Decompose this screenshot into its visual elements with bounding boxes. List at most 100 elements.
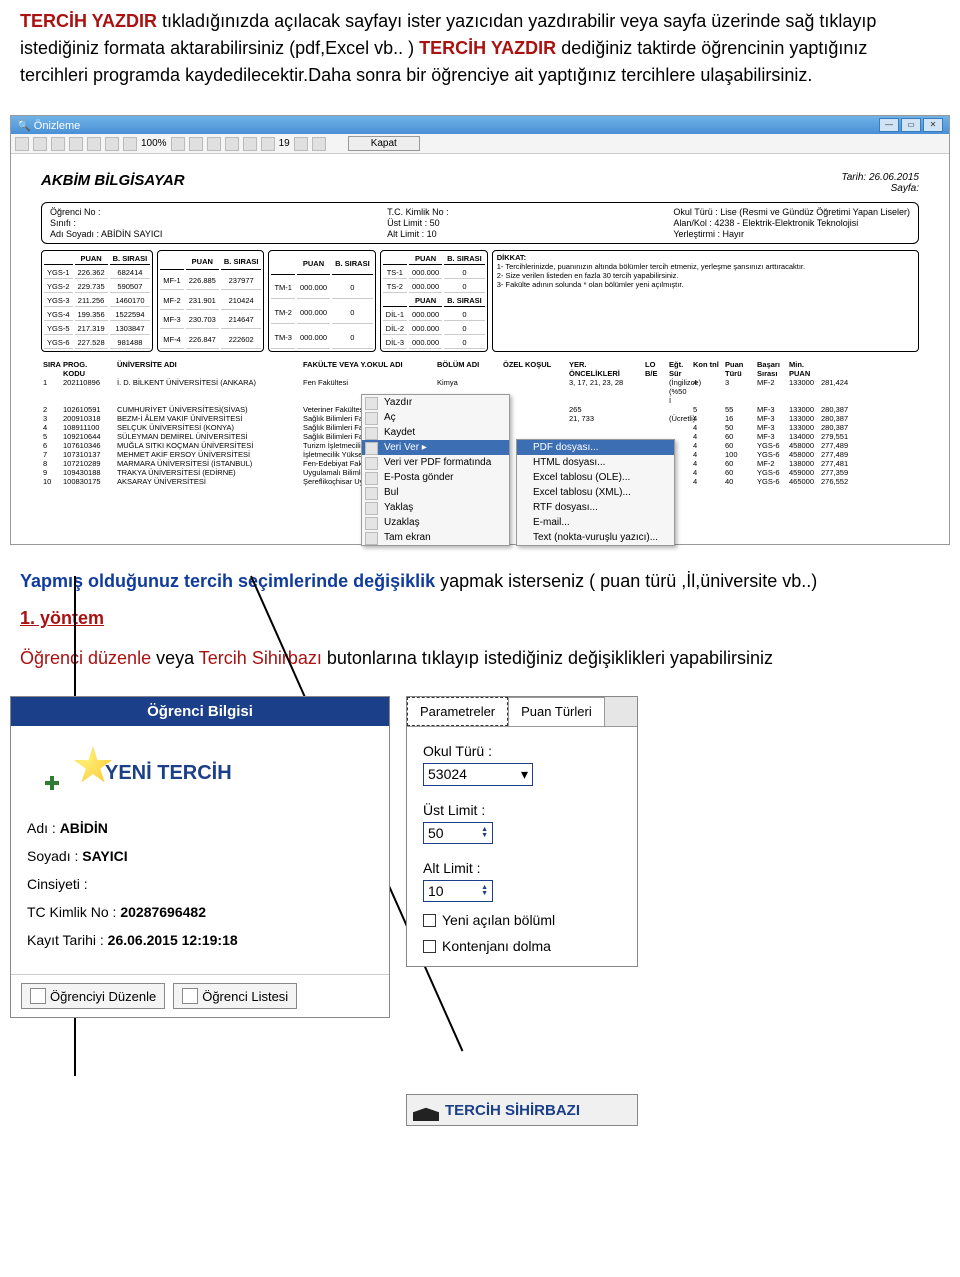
plus-icon — [45, 776, 59, 790]
open-icon — [365, 412, 378, 425]
chk-yeni-acilan[interactable]: Yeni açılan bölüml — [423, 912, 621, 928]
regdate-line: Kayıt Tarihi : 26.06.2015 12:19:18 — [27, 932, 373, 948]
window-title: Önizleme — [34, 120, 80, 132]
spin-down-icon: ▼ — [481, 891, 488, 897]
mail-icon[interactable] — [105, 137, 119, 151]
new-choice-label: YENİ TERCİH — [105, 762, 232, 785]
name-line: Adı : ABİDİN — [27, 820, 373, 836]
tab-puan-turleri[interactable]: Puan Türleri — [508, 697, 605, 726]
layout-2-icon[interactable] — [189, 137, 203, 151]
ygs-table: PUANB. SIRASIYGS-1226.362682414YGS-2229.… — [41, 250, 153, 352]
ctx-yazdir[interactable]: Yazdır — [362, 395, 509, 410]
nav-next-icon[interactable] — [294, 137, 308, 151]
tab-parametreler[interactable]: Parametreler — [407, 697, 508, 726]
sub-excel-ole[interactable]: Excel tablosu (OLE)... — [517, 470, 674, 485]
score-grid: PUANB. SIRASIYGS-1226.362682414YGS-2229.… — [41, 250, 919, 352]
sub-excel-xml[interactable]: Excel tablosu (XML)... — [517, 485, 674, 500]
student-list-button[interactable]: Öğrenci Listesi — [173, 983, 297, 1009]
okul-turu-select[interactable]: 53024▾ — [423, 763, 533, 786]
mail-icon — [365, 472, 378, 485]
chevron-down-icon: ▾ — [521, 766, 528, 783]
layout-4-icon[interactable] — [225, 137, 239, 151]
window-min-button[interactable]: — — [879, 118, 899, 132]
page-number[interactable]: 19 — [279, 138, 290, 149]
panels-container: Öğrenci Bilgisi YENİ TERCİH Adı : ABİDİN… — [10, 696, 950, 1126]
ctx-pdf-format[interactable]: Veri ver PDF formatında — [362, 455, 509, 470]
find-icon — [365, 487, 378, 500]
alt-limit-spinner[interactable]: 10▲▼ — [423, 880, 493, 902]
print-icon — [365, 397, 378, 410]
kw-tercih-yazdir-1: TERCİH YAZDIR — [20, 11, 157, 31]
ust-limit-spinner[interactable]: 50▲▼ — [423, 822, 493, 844]
sub-rtf[interactable]: RTF dosyası... — [517, 500, 674, 515]
ts-dil-table: PUANB. SIRASITS-1000.0000TS-2000.0000PUA… — [380, 250, 488, 352]
report-date: Tarih: 26.06.2015 — [842, 172, 919, 183]
window-close-button[interactable]: ✕ — [923, 118, 943, 132]
report-page: AKBİM BİLGİSAYAR Tarih: 26.06.2015 Sayfa… — [11, 154, 949, 544]
context-menu[interactable]: Yazdır Aç Kaydet Veri Ver ▸ Veri ver PDF… — [361, 394, 510, 546]
intro-paragraph: TERCİH YAZDIR tıkladığınızda açılacak sa… — [0, 0, 960, 97]
annot-edit-instructions: Öğrenci düzenle veya Tercih Sihirbazı bu… — [0, 637, 960, 680]
zoom-in-icon — [365, 502, 378, 515]
nav-prev-icon[interactable] — [261, 137, 275, 151]
window-titlebar: 🔍 Önizleme — ▭ ✕ — [11, 116, 949, 134]
ctx-eposta[interactable]: E-Posta gönder — [362, 470, 509, 485]
fullscreen-icon — [365, 532, 378, 545]
report-page-label: Sayfa: — [891, 183, 919, 194]
pref-header: SIRAPROG. KODU ÜNİVERSİTE ADIFAKÜLTE VEY… — [41, 360, 919, 378]
ctx-ac[interactable]: Aç — [362, 410, 509, 425]
pdf-icon — [365, 457, 378, 470]
okul-turu-label: Okul Türü : — [423, 743, 621, 759]
ctx-kaydet[interactable]: Kaydet — [362, 425, 509, 440]
ctx-uzaklas[interactable]: Uzaklaş — [362, 515, 509, 530]
export-submenu[interactable]: PDF dosyası... HTML dosyası... Excel tab… — [516, 439, 675, 546]
zoom-out-icon — [365, 517, 378, 530]
close-preview-button[interactable]: Kapat — [348, 136, 420, 151]
report-title: AKBİM BİLGİSAYAR — [41, 172, 185, 194]
window-max-button[interactable]: ▭ — [901, 118, 921, 132]
wizard-hat-icon — [413, 1099, 439, 1121]
tm-table: PUANB. SIRASITM-1000.0000TM-2000.0000TM-… — [268, 250, 375, 352]
list-icon — [182, 988, 198, 1004]
tckn-line: TC Kimlik No : 20287696482 — [27, 904, 373, 920]
nav-last-icon[interactable] — [312, 137, 326, 151]
ust-limit-label: Üst Limit : — [423, 802, 621, 818]
print-icon[interactable] — [15, 137, 29, 151]
sub-email[interactable]: E-mail... — [517, 515, 674, 530]
ctx-veri-ver[interactable]: Veri Ver ▸ — [362, 440, 509, 455]
student-info-header: Öğrenci Bilgisi — [11, 697, 389, 726]
annot-method-1: 1. yöntem — [0, 600, 960, 637]
annot-change-choices: Yapmış olduğunuz tercih seçimlerinde değ… — [0, 563, 960, 600]
preview-window: 🔍 Önizleme — ▭ ✕ 100% 19 Kapat AKBİM BİL… — [10, 115, 950, 545]
open-icon[interactable] — [51, 137, 65, 151]
zoom-icon[interactable] — [123, 137, 137, 151]
nav-first-icon[interactable] — [243, 137, 257, 151]
mf-table: PUANB. SIRASIMF-1226.885237977MF-2231.90… — [157, 250, 264, 352]
surname-line: Soyadı : SAYICI — [27, 848, 373, 864]
pdf-icon[interactable] — [69, 137, 83, 151]
kw-tercih-yazdir-2: TERCİH YAZDIR — [419, 38, 556, 58]
new-choice-row[interactable]: YENİ TERCİH — [73, 746, 373, 800]
layout-3-icon[interactable] — [207, 137, 221, 151]
save-icon — [365, 427, 378, 440]
sub-pdf[interactable]: PDF dosyası... — [517, 440, 674, 455]
ctx-tamekran[interactable]: Tam ekran — [362, 530, 509, 545]
dikkat-box: DİKKAT: 1- Tercihlerinizde, puanınızın a… — [492, 250, 919, 352]
tercih-sihirbazi-button[interactable]: TERCİH SİHİRBAZI — [406, 1094, 638, 1126]
sub-html[interactable]: HTML dosyası... — [517, 455, 674, 470]
save-icon[interactable] — [33, 137, 47, 151]
preview-toolbar: 100% 19 Kapat — [11, 134, 949, 154]
student-info-panel: Öğrenci Bilgisi YENİ TERCİH Adı : ABİDİN… — [10, 696, 390, 1018]
layout-1-icon[interactable] — [171, 137, 185, 151]
spin-down-icon: ▼ — [481, 833, 488, 839]
student-info-box: Öğrenci No : Sınıfı : Adı Soyadı : ABİDİ… — [41, 202, 919, 244]
checkbox-icon — [423, 940, 436, 953]
sub-text[interactable]: Text (nokta-vuruşlu yazıcı)... — [517, 530, 674, 545]
zoom-value[interactable]: 100% — [141, 138, 167, 149]
ctx-yaklas[interactable]: Yaklaş — [362, 500, 509, 515]
chk-kontenjan[interactable]: Kontenjanı dolma — [423, 938, 621, 954]
checkbox-icon — [423, 914, 436, 927]
ctx-bul[interactable]: Bul — [362, 485, 509, 500]
edit-student-button[interactable]: Öğrenciyi Düzenle — [21, 983, 165, 1009]
excel-icon[interactable] — [87, 137, 101, 151]
